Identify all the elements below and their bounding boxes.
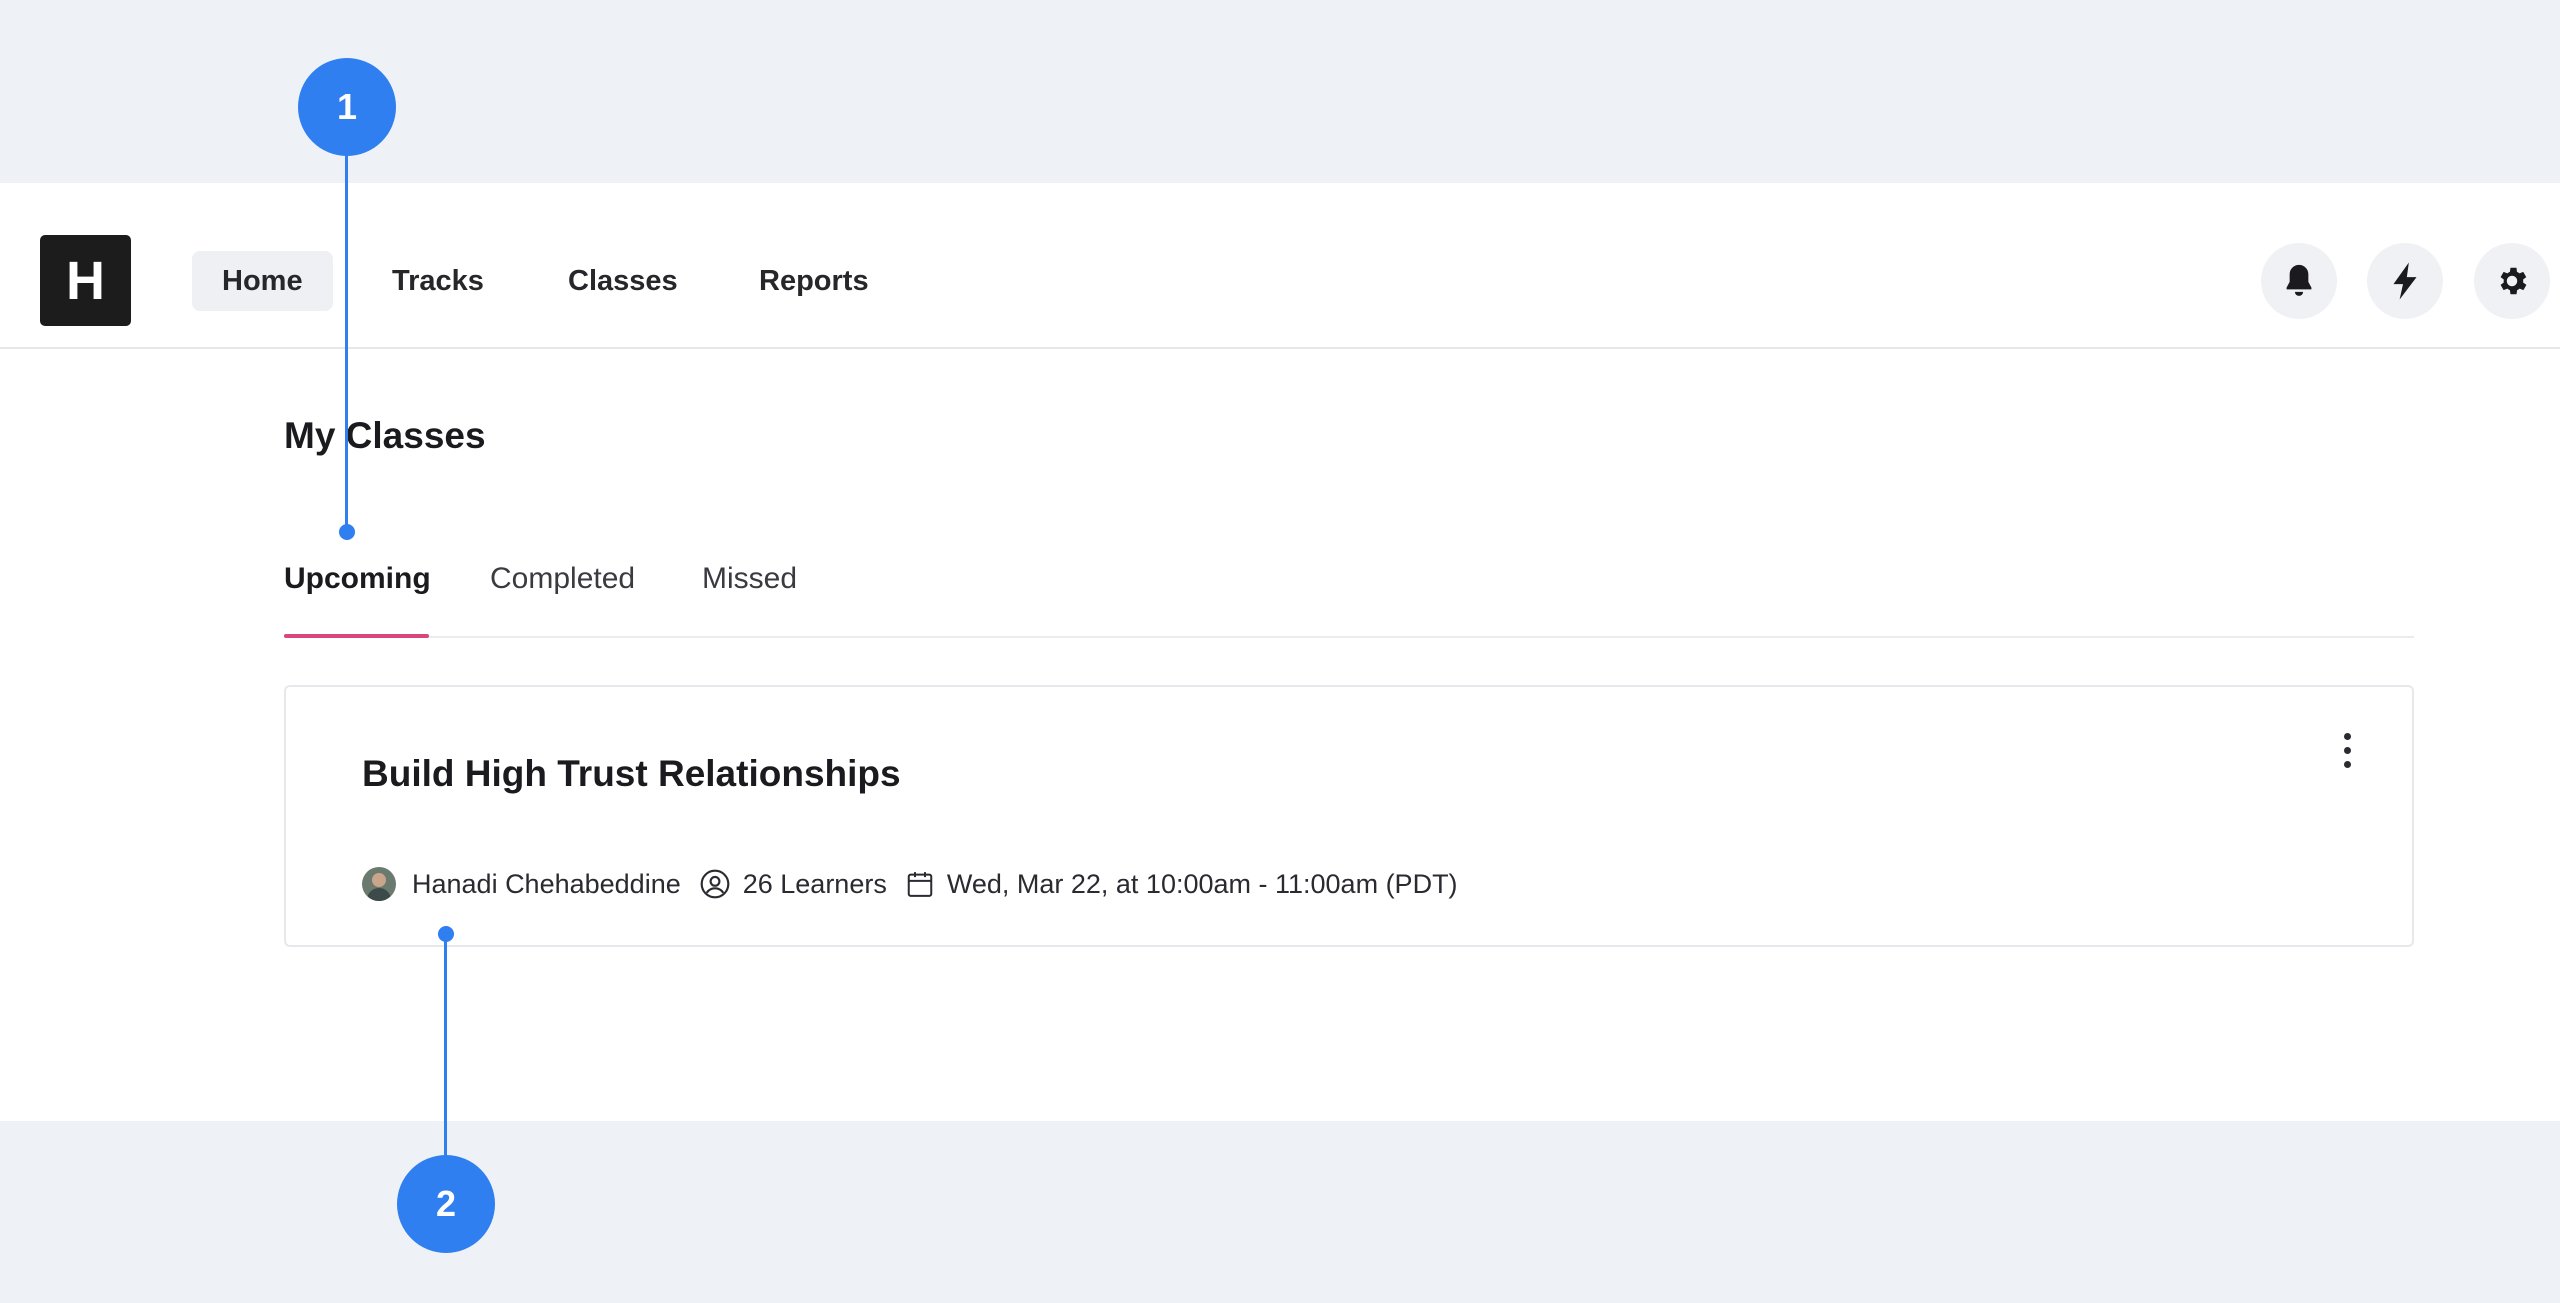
app-window: H Home Tracks Classes Reports <box>0 183 2560 1121</box>
gear-icon <box>2500 267 2527 295</box>
settings-button[interactable] <box>2474 243 2550 319</box>
nav-reports[interactable]: Reports <box>729 251 899 311</box>
callout-1-line <box>345 150 348 532</box>
tab-upcoming[interactable]: Upcoming <box>284 562 431 596</box>
tab-completed[interactable]: Completed <box>490 562 635 596</box>
class-schedule: Wed, Mar 22, at 10:00am - 11:00am (PDT) <box>946 868 1458 899</box>
callout-1-dot <box>339 524 355 540</box>
nav-tracks[interactable]: Tracks <box>362 251 514 311</box>
class-card[interactable]: Build High Trust Relationships Hanadi Ch… <box>284 685 2414 947</box>
nav-classes[interactable]: Classes <box>538 251 708 311</box>
callout-2-dot <box>438 926 454 942</box>
callout-1-badge: 1 <box>298 58 396 156</box>
class-title[interactable]: Build High Trust Relationships <box>362 753 901 795</box>
logo[interactable]: H <box>40 235 131 326</box>
tabs-divider <box>284 636 2414 638</box>
class-meta: Hanadi Chehabeddine 26 Learners Wed, Mar… <box>362 867 1458 901</box>
instructor-name: Hanadi Chehabeddine <box>412 868 681 899</box>
more-options-icon[interactable] <box>2332 725 2362 775</box>
avatar <box>362 867 396 901</box>
notifications-button[interactable] <box>2261 243 2337 319</box>
user-circle-icon <box>699 868 731 900</box>
quick-actions-button[interactable] <box>2367 243 2443 319</box>
top-navigation-bar: H Home Tracks Classes Reports <box>0 183 2560 349</box>
nav-home[interactable]: Home <box>192 251 333 311</box>
page-title: My Classes <box>284 415 486 456</box>
bell-icon <box>2286 264 2312 296</box>
callout-2-badge: 2 <box>397 1155 495 1253</box>
active-tab-indicator <box>284 634 429 638</box>
learner-count: 26 Learners <box>742 868 887 899</box>
callout-2-line <box>444 934 447 1158</box>
calendar-icon <box>905 868 935 900</box>
bolt-icon <box>2393 262 2417 300</box>
tab-missed[interactable]: Missed <box>702 562 797 596</box>
